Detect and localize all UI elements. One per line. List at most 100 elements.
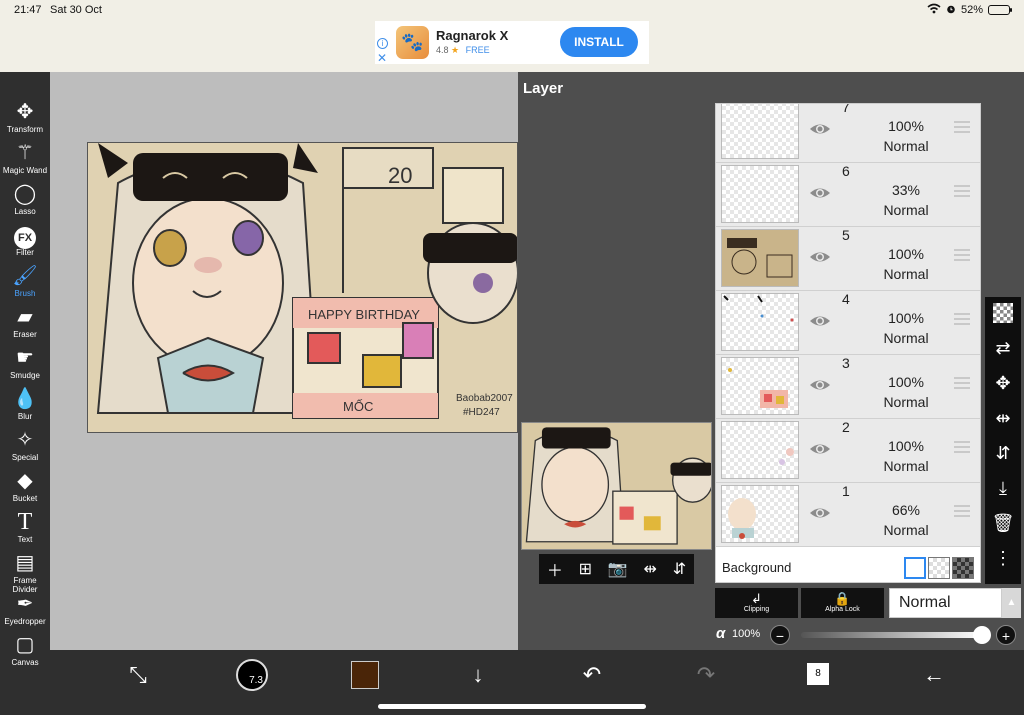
more-options-icon[interactable]: ⋮ [985, 548, 1021, 569]
trash-icon[interactable]: 🗑 [985, 513, 1021, 534]
background-dark-swatch[interactable] [952, 557, 974, 579]
alpha-row: α 100% − + [714, 624, 1024, 648]
ad-app-name: Ragnarok X [436, 28, 509, 43]
tool-label: Special [11, 453, 39, 462]
drag-handle-icon[interactable] [954, 185, 970, 200]
ad-close-icon[interactable]: ✕ [377, 51, 387, 65]
layer-thumbnail[interactable] [721, 104, 799, 159]
merge-down-icon[interactable]: ⤓ [985, 478, 1021, 499]
arrow-down-icon[interactable]: ↓ [458, 662, 498, 688]
layer-thumbnail[interactable] [721, 293, 799, 351]
drag-handle-icon[interactable] [954, 441, 970, 456]
eye-icon[interactable] [808, 373, 832, 397]
background-white-swatch[interactable] [904, 557, 926, 579]
battery-icon [988, 5, 1012, 15]
tool-filter[interactable]: FX Filter [0, 223, 50, 257]
flip-vertical-icon[interactable]: ⇵ [673, 559, 686, 579]
back-arrow-icon[interactable]: ← [914, 662, 954, 688]
tool-magic-wand[interactable]: ⚚ Magic Wand [0, 141, 50, 175]
color-swatch-button[interactable] [351, 661, 379, 689]
drag-handle-icon[interactable] [954, 505, 970, 520]
clock: 21:47 [14, 4, 42, 16]
move-arrows-icon[interactable]: ✥ [985, 373, 1021, 394]
tool-transform[interactable]: ✥ Transform [0, 100, 50, 134]
clipping-arrow-icon: ↲ [751, 591, 762, 606]
clipping-button[interactable]: ↲ Clipping [715, 588, 798, 618]
layer-opacity: 100% [888, 438, 924, 454]
undo-icon[interactable]: ↶ [572, 662, 612, 688]
duplicate-layer-icon[interactable]: ⊞ [579, 559, 592, 579]
canvas-preview[interactable] [521, 422, 712, 550]
layer-number: 4 [842, 291, 850, 307]
tool-text[interactable]: T Text [0, 510, 50, 544]
background-layer-row[interactable]: Background [716, 551, 980, 582]
ad-banner[interactable]: i ✕ 🐾 Ragnarok X 4.8 ★ FREE INSTALL [375, 21, 649, 65]
layer-row-3[interactable]: 3 100% Normal [716, 355, 980, 419]
layers-count-button[interactable]: 8 [807, 663, 829, 685]
layer-row-6[interactable]: 6 33% Normal [716, 163, 980, 227]
layer-thumbnail[interactable] [721, 165, 799, 223]
alpha-increase-button[interactable]: + [996, 625, 1016, 645]
alpha-decrease-button[interactable]: − [770, 625, 790, 645]
tool-label: Bucket [12, 494, 38, 503]
layer-mini-toolbar: ＋ ⊞ 📷 ⇹ ⇵ [539, 554, 694, 584]
camera-icon[interactable]: 📷 [608, 559, 628, 579]
layer-row-1[interactable]: 1 66% Normal [716, 483, 980, 547]
eye-icon[interactable] [808, 501, 832, 525]
tool-brush[interactable]: 🖌 Brush [0, 264, 50, 298]
tool-label: Filter [16, 248, 34, 257]
eye-icon[interactable] [808, 117, 832, 141]
tool-label: Eyedropper [4, 617, 46, 626]
tool-canvas[interactable]: ▢ Canvas [0, 633, 50, 667]
alpha-slider[interactable] [801, 626, 991, 644]
eye-icon[interactable] [808, 245, 832, 269]
artwork-canvas[interactable]: HAPPY BIRTHDAY MỐC Baobab2007 #HD247 20 [87, 142, 518, 433]
canvas-area[interactable]: HAPPY BIRTHDAY MỐC Baobab2007 #HD247 20 [50, 72, 518, 650]
layer-row-7[interactable]: 7 100% Normal [716, 104, 980, 163]
tool-eyedropper[interactable]: ✒ Eyedropper [0, 592, 50, 626]
drag-handle-icon[interactable] [954, 121, 970, 136]
blend-mode-up-arrow-icon[interactable]: ▲ [1002, 588, 1021, 618]
layer-transfer-icon[interactable]: ⇄ [985, 338, 1021, 359]
layer-thumbnail[interactable] [721, 421, 799, 479]
sparkle-wand-icon: ✧ [16, 429, 34, 451]
tool-frame-divider[interactable]: ▤ Frame Divider [0, 551, 50, 594]
eye-icon[interactable] [808, 181, 832, 205]
flip-horizontal-icon[interactable]: ⇹ [985, 408, 1021, 429]
layer-opacity: 100% [888, 246, 924, 262]
ad-install-button[interactable]: INSTALL [560, 27, 638, 57]
ad-app-icon: 🐾 [396, 26, 429, 59]
alpha-slider-knob[interactable] [973, 626, 991, 644]
drag-handle-icon[interactable] [954, 377, 970, 392]
redo-icon[interactable]: ↷ [686, 662, 726, 688]
add-layer-icon[interactable]: ＋ [547, 557, 563, 581]
layer-thumbnail[interactable] [721, 485, 799, 543]
layer-row-5[interactable]: 5 100% Normal [716, 227, 980, 291]
quick-tools-icon[interactable]: ⤡ [118, 662, 158, 688]
layer-row-4[interactable]: 4 100% Normal [716, 291, 980, 355]
checkerboard-icon[interactable] [985, 303, 1021, 328]
tool-smudge[interactable]: ☛ Smudge [0, 346, 50, 380]
blend-mode-select[interactable]: Normal [889, 588, 1002, 618]
drag-handle-icon[interactable] [954, 313, 970, 328]
eye-icon[interactable] [808, 437, 832, 461]
tool-eraser[interactable]: ▰ Eraser [0, 305, 50, 339]
brush-size-button[interactable]: 7.3 [236, 659, 268, 691]
layer-list[interactable]: 7 100% Normal 6 33% Normal 5 100% Normal… [715, 103, 981, 583]
eye-icon[interactable] [808, 309, 832, 333]
tool-special[interactable]: ✧ Special [0, 428, 50, 462]
background-transparent-swatch[interactable] [928, 557, 950, 579]
tool-lasso[interactable]: ◯ Lasso [0, 182, 50, 216]
ad-info-icon[interactable]: i [377, 38, 388, 49]
layer-thumbnail[interactable] [721, 357, 799, 415]
tool-blur[interactable]: 💧 Blur [0, 387, 50, 421]
canvas-square-icon: ▢ [15, 634, 35, 656]
tool-bucket[interactable]: ◆ Bucket [0, 469, 50, 503]
flip-horizontal-icon[interactable]: ⇹ [644, 559, 657, 579]
layer-thumbnail[interactable] [721, 229, 799, 287]
layer-row-2[interactable]: 2 100% Normal [716, 419, 980, 483]
drag-handle-icon[interactable] [954, 249, 970, 264]
ad-rating: 4.8 ★ FREE [436, 45, 490, 56]
alpha-lock-button[interactable]: 🔒 Alpha Lock [801, 588, 884, 618]
flip-vertical-icon[interactable]: ⇵ [985, 443, 1021, 464]
